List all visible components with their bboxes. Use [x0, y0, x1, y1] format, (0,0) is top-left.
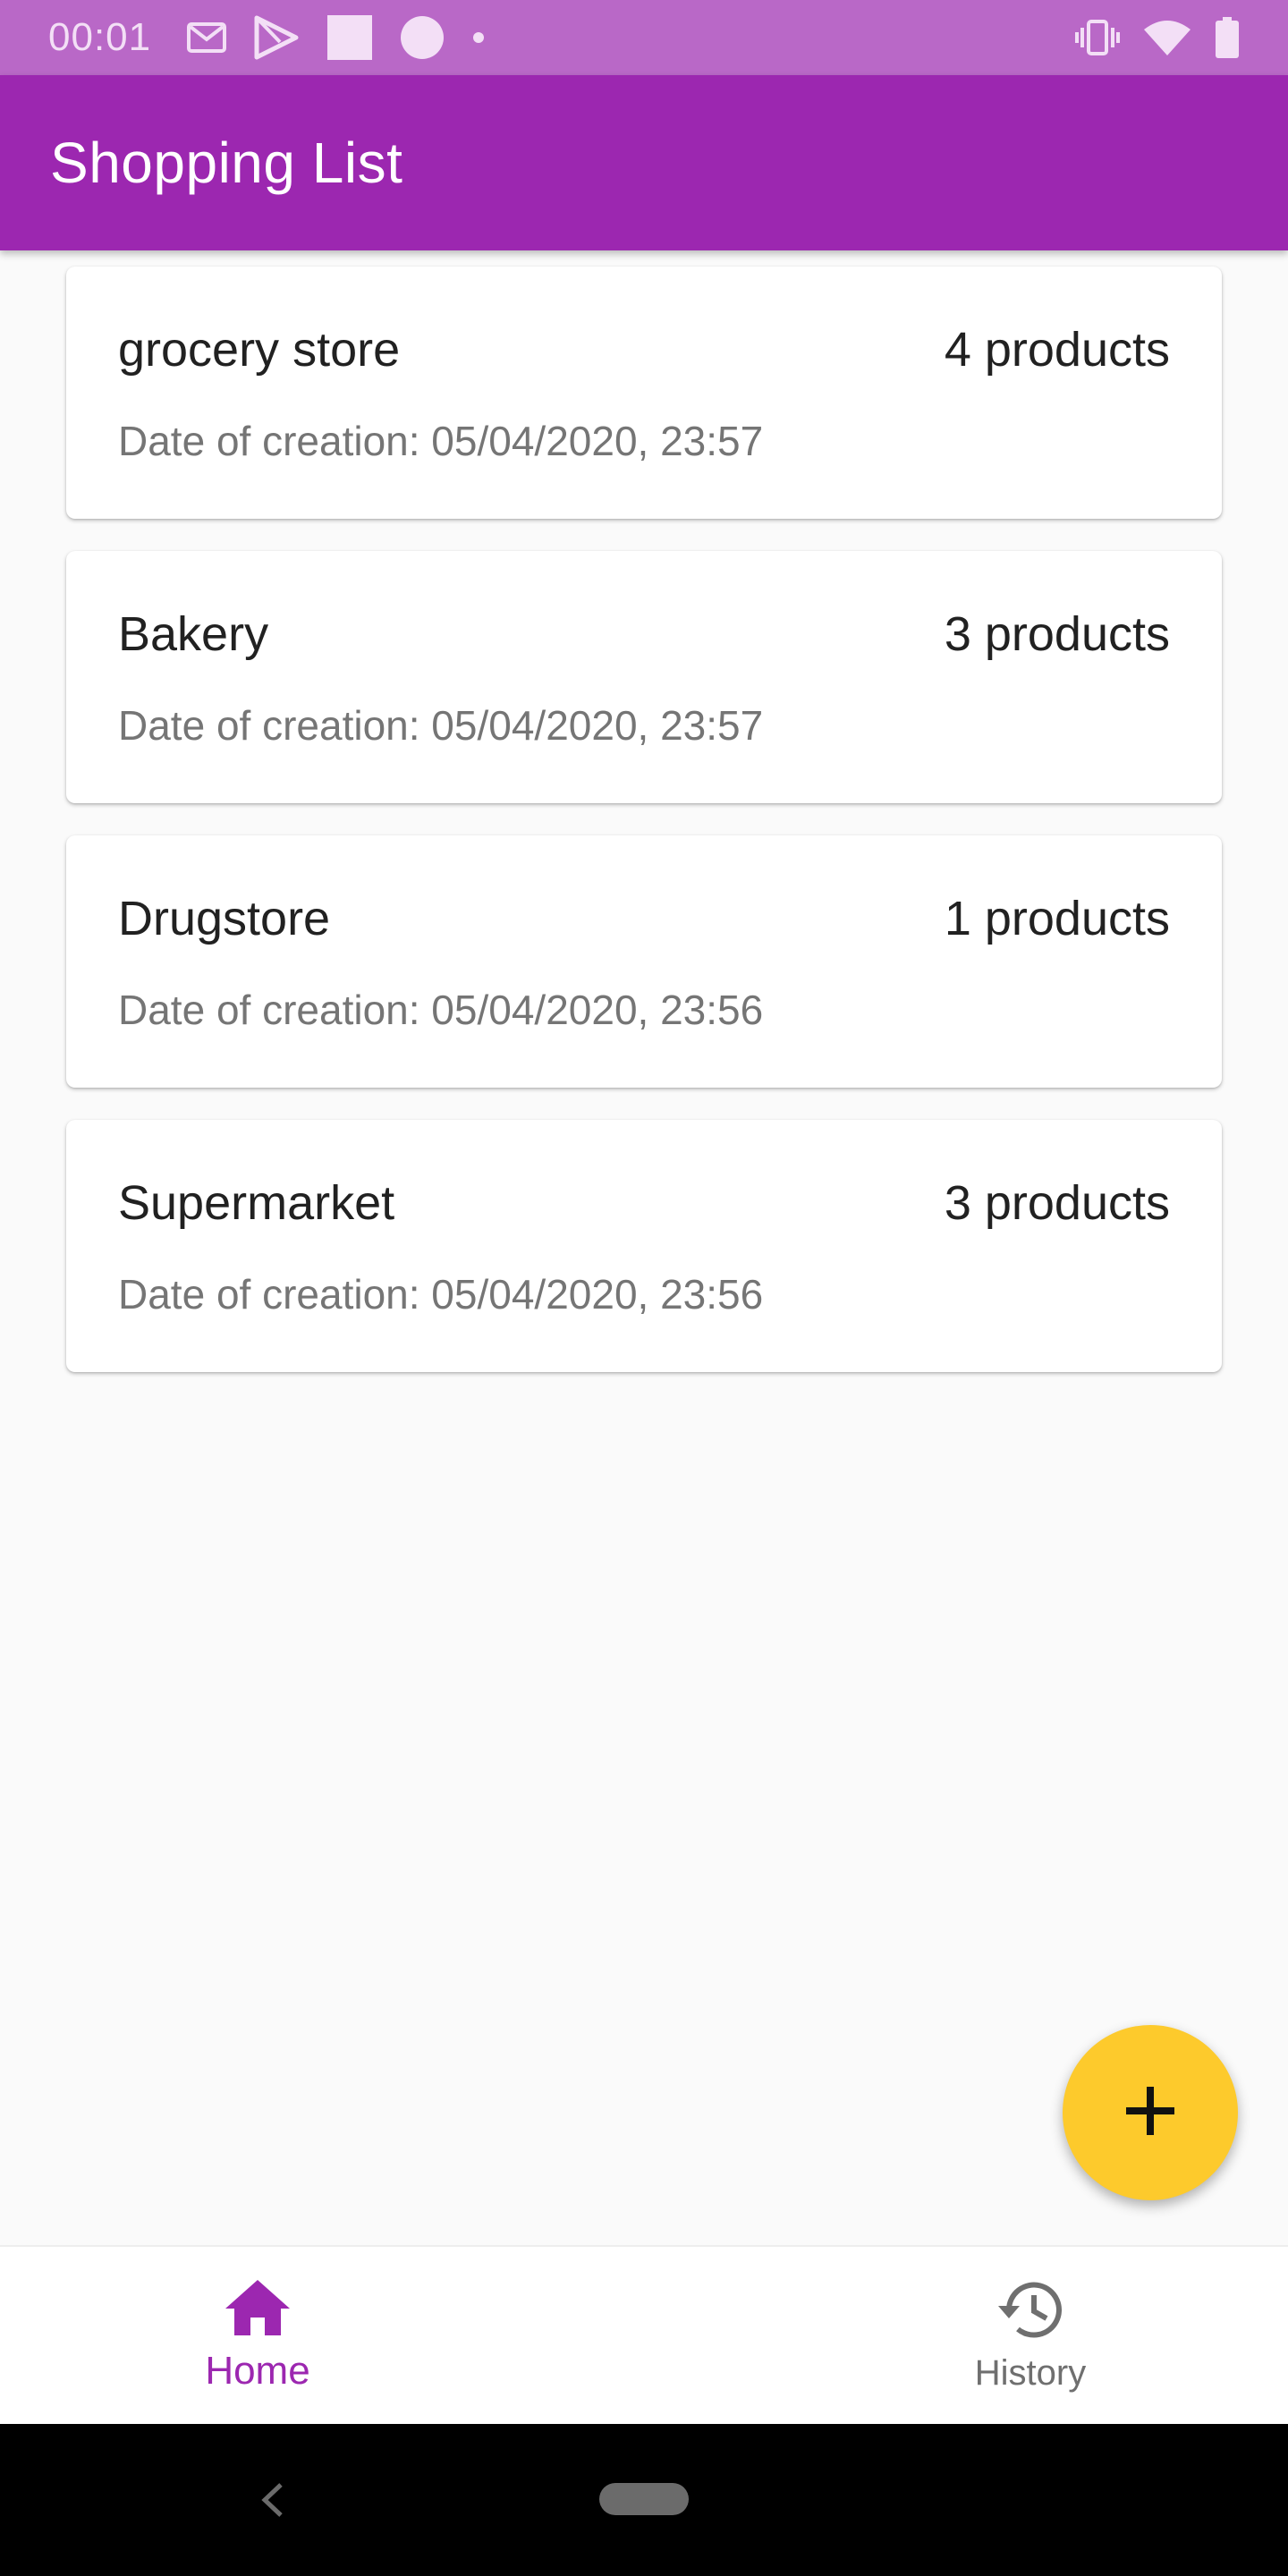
nav-home[interactable]: Home: [0, 2247, 644, 2426]
app-title: Shopping List: [50, 131, 403, 195]
product-count: 3 products: [944, 607, 1170, 661]
battery-icon: [1215, 17, 1240, 58]
list-name: grocery store: [118, 323, 401, 377]
play-store-icon: [253, 15, 300, 60]
nav-home-label: Home: [205, 2348, 310, 2393]
add-list-button[interactable]: [1063, 2025, 1238, 2200]
product-count: 3 products: [944, 1176, 1170, 1230]
list-card-grocery-store[interactable]: grocery store 4 products Date of creatio…: [66, 267, 1222, 519]
list-card-bakery[interactable]: Bakery 3 products Date of creation: 05/0…: [66, 551, 1222, 803]
home-pill-button[interactable]: [599, 2483, 689, 2515]
status-bar: 00:01: [0, 0, 1288, 75]
list-card-supermarket[interactable]: Supermarket 3 products Date of creation:…: [66, 1120, 1222, 1372]
creation-date: Date of creation: 05/04/2020, 23:56: [118, 1271, 764, 1318]
status-notification-icons: [187, 15, 486, 60]
gmail-icon: [187, 22, 227, 53]
status-system-icons: [1075, 17, 1240, 58]
product-count: 4 products: [944, 323, 1170, 377]
creation-date: Date of creation: 05/04/2020, 23:56: [118, 987, 764, 1033]
list-name: Supermarket: [118, 1176, 395, 1230]
creation-date: Date of creation: 05/04/2020, 23:57: [118, 702, 764, 749]
system-navigation-bar: [0, 2424, 1288, 2576]
bottom-navigation: Home History: [0, 2245, 1288, 2424]
product-count: 1 products: [944, 892, 1170, 945]
app-bar: Shopping List: [0, 75, 1288, 250]
circle-notification-icon: [400, 15, 445, 60]
nav-history-label: History: [974, 2353, 1087, 2393]
status-time: 00:01: [48, 15, 152, 59]
back-icon[interactable]: [254, 2478, 290, 2522]
creation-date: Date of creation: 05/04/2020, 23:57: [118, 418, 764, 464]
dot-icon: [471, 30, 486, 45]
wifi-icon: [1143, 19, 1191, 56]
list-name: Bakery: [118, 607, 269, 661]
history-icon: [996, 2279, 1064, 2344]
plus-icon: [1124, 2085, 1176, 2141]
list-name: Drugstore: [118, 892, 331, 945]
vibrate-icon: [1075, 19, 1120, 56]
nav-history[interactable]: History: [644, 2247, 1288, 2426]
list-card-drugstore[interactable]: Drugstore 1 products Date of creation: 0…: [66, 835, 1222, 1088]
home-icon: [225, 2279, 290, 2340]
shopping-list-cards: grocery store 4 products Date of creatio…: [66, 267, 1222, 1404]
square-notification-icon: [326, 15, 373, 60]
